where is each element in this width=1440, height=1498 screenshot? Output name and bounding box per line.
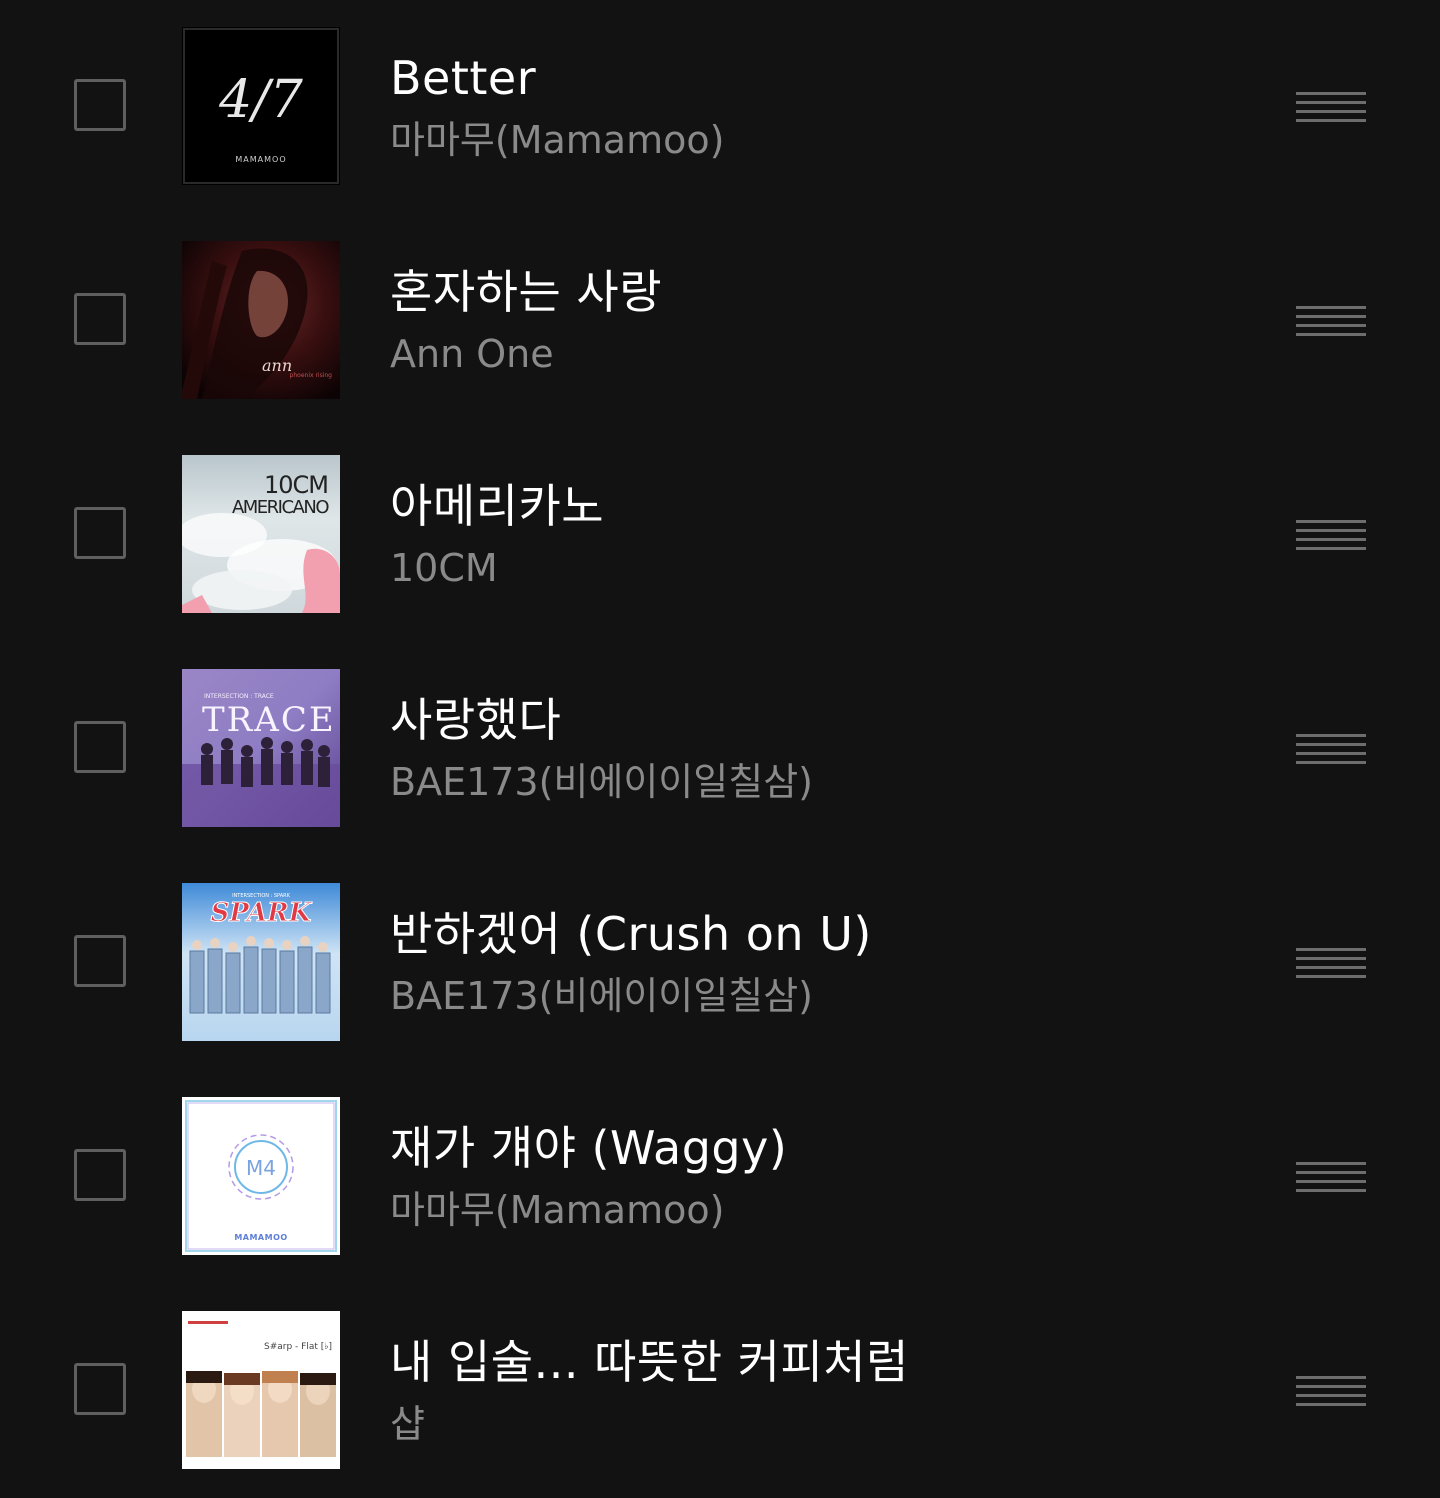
drag-handle-icon[interactable] (1296, 306, 1366, 336)
track-checkbox[interactable] (74, 1149, 126, 1201)
cover-mark: 10CM (264, 471, 328, 499)
drag-handle-icon[interactable] (1296, 1376, 1366, 1406)
drag-handle-icon[interactable] (1296, 734, 1366, 764)
track-artist: 10CM (390, 546, 498, 590)
track-row[interactable]: 4/7 MAMAMOO Better 마마무(Mamamoo) (0, 0, 1440, 214)
track-checkbox[interactable] (74, 935, 126, 987)
track-checkbox[interactable] (74, 1363, 126, 1415)
track-title: 내 입술... 따뜻한 커피처럼 (390, 1335, 909, 1389)
track-title: 재가 걔야 (Waggy) (390, 1121, 788, 1175)
cover-label: MAMAMOO (234, 1233, 287, 1242)
album-art-image: M4 MAMAMOO (182, 1097, 340, 1255)
cover-mark: S#arp - Flat [♭] (264, 1342, 332, 1352)
album-art-image: INTERSECTION : TRACE TRACE (182, 669, 340, 827)
track-title: 반하겠어 (Crush on U) (390, 907, 872, 961)
track-artist: 마마무(Mamamoo) (390, 118, 725, 162)
album-cover: INTERSECTION : TRACE TRACE (182, 669, 340, 827)
track-list: 4/7 MAMAMOO Better 마마무(Mamamoo) ann phoe… (0, 0, 1440, 1497)
drag-handle-icon[interactable] (1296, 1162, 1366, 1192)
track-title: 혼자하는 사랑 (390, 265, 663, 319)
album-cover: S#arp - Flat [♭] (182, 1311, 340, 1469)
track-artist: BAE173(비에이이일칠삼) (390, 760, 813, 804)
cover-mark: ann (262, 356, 292, 375)
track-title: 아메리카노 (390, 479, 605, 533)
cover-label: SPARK (211, 898, 313, 928)
track-checkbox[interactable] (74, 293, 126, 345)
album-art-image: 4/7 MAMAMOO (182, 27, 340, 185)
track-artist: BAE173(비에이이일칠삼) (390, 974, 813, 1018)
album-cover: 4/7 MAMAMOO (182, 27, 340, 185)
track-title: 사랑했다 (390, 693, 562, 747)
track-checkbox[interactable] (74, 79, 126, 131)
album-cover: INTERSECTION : SPARK SPARK (182, 883, 340, 1041)
cover-label: AMERICANO (232, 497, 329, 518)
track-title: Better (390, 51, 537, 105)
cover-label: MAMAMOO (235, 155, 286, 164)
track-row[interactable]: S#arp - Flat [♭] 내 입술... 따뜻한 커피처럼 샵 (0, 1284, 1440, 1498)
track-checkbox[interactable] (74, 721, 126, 773)
cover-mark: M4 (246, 1156, 276, 1180)
cover-label: TRACE (202, 700, 336, 740)
track-artist: 샵 (390, 1402, 425, 1446)
track-row[interactable]: INTERSECTION : TRACE TRACE 사랑했다 BAE173(비… (0, 642, 1440, 856)
track-artist: Ann One (390, 332, 554, 376)
track-row[interactable]: 10CM AMERICANO 아메리카노 10CM (0, 428, 1440, 642)
album-cover: M4 MAMAMOO (182, 1097, 340, 1255)
drag-handle-icon[interactable] (1296, 948, 1366, 978)
drag-handle-icon[interactable] (1296, 520, 1366, 550)
track-artist: 마마무(Mamamoo) (390, 1188, 725, 1232)
album-cover: ann phoenix rising (182, 241, 340, 399)
cover-label: phoenix rising (290, 372, 333, 379)
track-row[interactable]: INTERSECTION : SPARK SPARK 반하겠어 (Crush o… (0, 856, 1440, 1070)
track-row[interactable]: M4 MAMAMOO 재가 걔야 (Waggy) 마마무(Mamamoo) (0, 1070, 1440, 1284)
album-art-image: S#arp - Flat [♭] (182, 1311, 340, 1469)
album-art-image: INTERSECTION : SPARK SPARK (182, 883, 340, 1041)
cover-mark: 4/7 (218, 70, 304, 130)
album-cover: 10CM AMERICANO (182, 455, 340, 613)
track-checkbox[interactable] (74, 507, 126, 559)
track-row[interactable]: ann phoenix rising 혼자하는 사랑 Ann One (0, 214, 1440, 428)
drag-handle-icon[interactable] (1296, 92, 1366, 122)
album-art-image: 10CM AMERICANO (182, 455, 340, 613)
cover-mark: INTERSECTION : TRACE (204, 693, 274, 700)
album-art-image: ann phoenix rising (182, 241, 340, 399)
